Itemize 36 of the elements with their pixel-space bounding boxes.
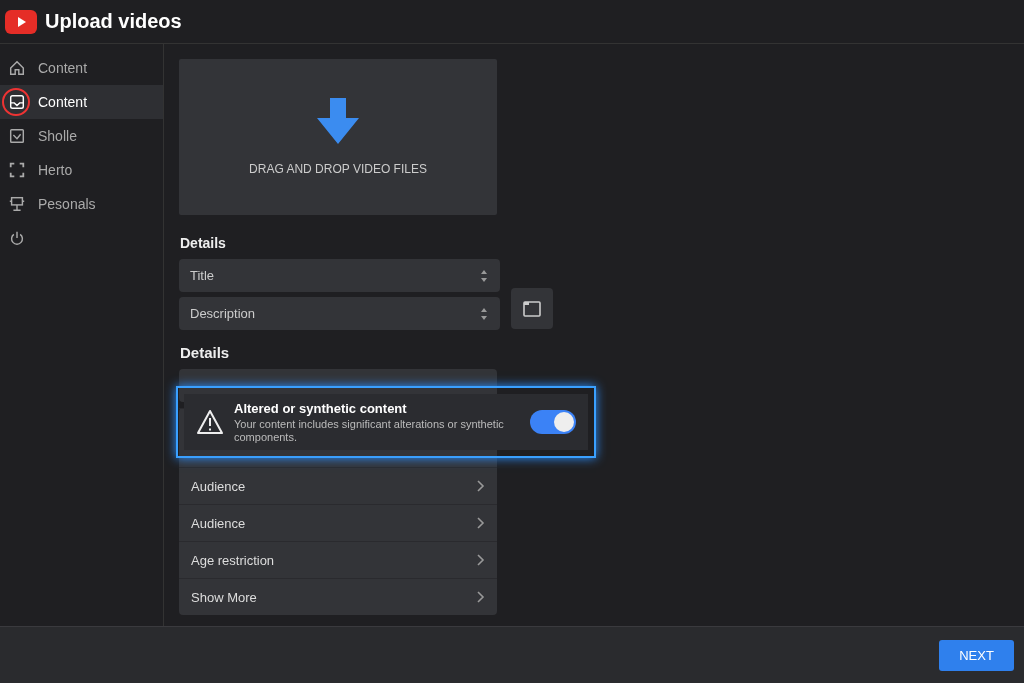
section-heading: Details xyxy=(180,344,231,361)
sidebar-item[interactable]: Herto xyxy=(0,153,163,187)
power-icon xyxy=(8,229,26,247)
sidebar-item[interactable]: Content xyxy=(0,85,163,119)
list-row[interactable]: Audience xyxy=(179,504,497,541)
play-logo-icon xyxy=(5,9,37,34)
inbox-icon xyxy=(8,93,26,111)
checkbox-icon xyxy=(8,127,26,145)
chevron-icon xyxy=(475,554,485,566)
chevron-icon xyxy=(475,591,485,603)
sort-icon xyxy=(479,306,489,321)
window-title: Upload videos xyxy=(45,10,182,33)
dropdown-field[interactable]: Description xyxy=(179,297,500,330)
window-icon xyxy=(522,298,542,319)
list-row[interactable]: Audience xyxy=(179,467,497,504)
upload-drop-zone[interactable]: DRAG AND DROP VIDEO FILES xyxy=(179,59,497,215)
sidebar-item[interactable]: Pesonals xyxy=(0,187,163,221)
list-row[interactable]: Show More xyxy=(179,578,497,615)
frame-icon xyxy=(8,161,26,179)
sidebar-item[interactable]: Sholle xyxy=(0,119,163,153)
chevron-icon xyxy=(475,480,485,492)
notice-text: Your content includes significant alterations or synthetic components. xyxy=(234,417,505,444)
notice-title: Altered or synthetic content xyxy=(234,400,408,416)
sort-icon xyxy=(479,268,489,283)
sidebar-item[interactable]: Content xyxy=(0,51,163,85)
warning-icon xyxy=(196,409,224,435)
next-button[interactable]: NEXT xyxy=(939,639,1014,671)
list-row[interactable]: Age restriction xyxy=(179,541,497,578)
dropdown-field[interactable]: Title xyxy=(179,259,500,292)
toggle-switch[interactable] xyxy=(530,410,576,434)
chevron-icon xyxy=(475,517,485,529)
download-arrow-icon xyxy=(317,98,359,144)
monitor-icon xyxy=(8,195,26,213)
section-heading: Details xyxy=(180,235,227,251)
window-button[interactable] xyxy=(511,288,553,329)
home-icon xyxy=(8,59,26,77)
